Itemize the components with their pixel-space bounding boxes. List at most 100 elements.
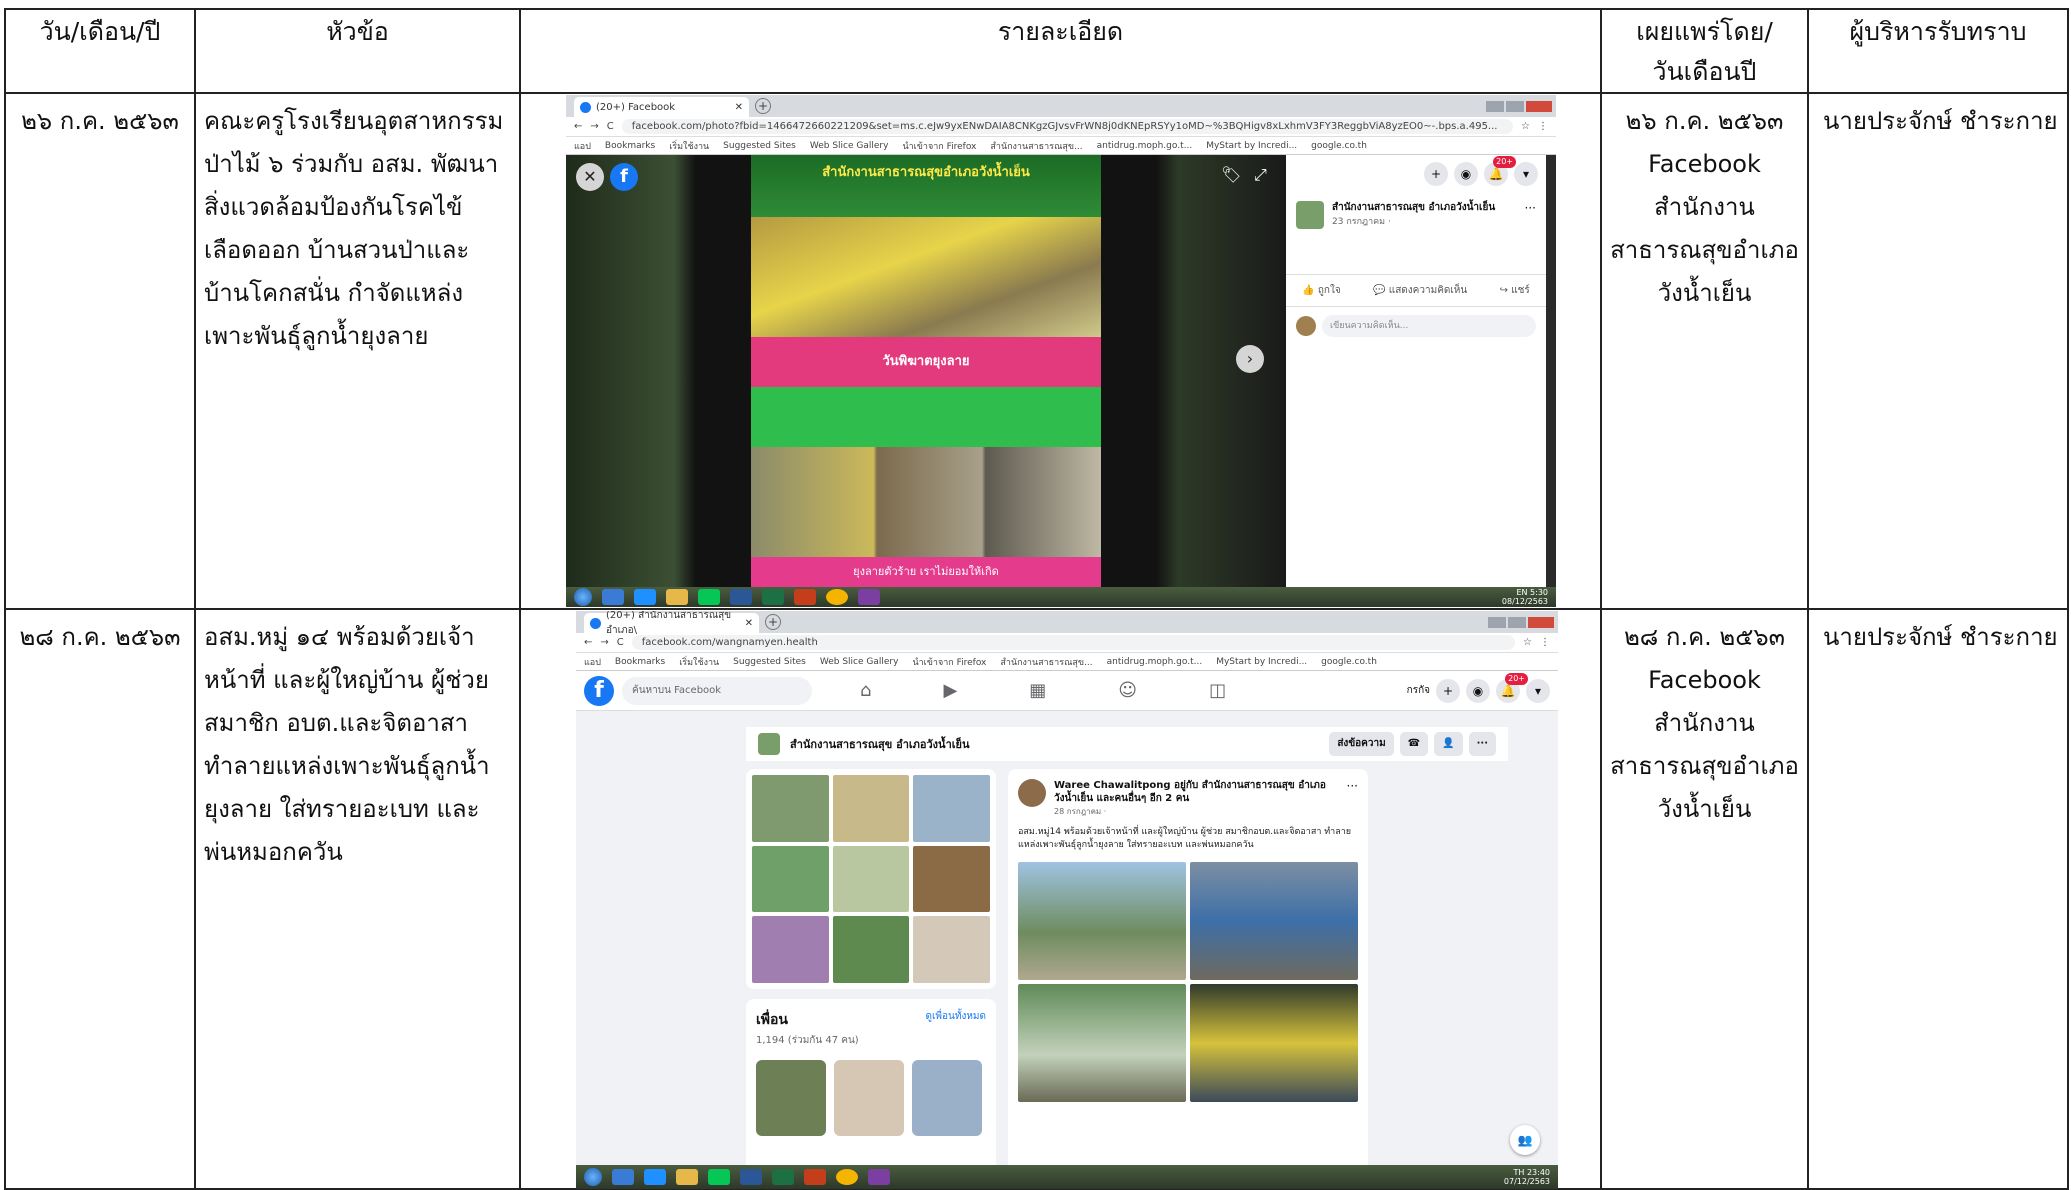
forward-icon[interactable]: → [600, 637, 608, 648]
friend-photo[interactable] [756, 1060, 826, 1136]
send-message-button[interactable]: ส่งข้อความ [1329, 732, 1394, 756]
create-icon[interactable]: + [1424, 162, 1448, 186]
star-icon[interactable]: ☆ [1523, 637, 1532, 648]
gaming-icon[interactable]: ◫ [1209, 680, 1226, 701]
url-field[interactable]: facebook.com/wangnamyen.health [631, 635, 1516, 650]
line-icon[interactable] [698, 589, 720, 605]
call-icon[interactable]: ☎ [1399, 732, 1429, 756]
word-icon[interactable] [740, 1169, 762, 1185]
profile-name[interactable]: กรกัจ [1407, 683, 1430, 698]
bookmark-item[interactable]: เริ่มใช้งาน [669, 139, 709, 153]
photo-thumb[interactable] [752, 775, 829, 842]
tray-language[interactable]: TH [1513, 1168, 1524, 1177]
bookmark-item[interactable]: Suggested Sites [723, 141, 796, 151]
post-photo[interactable] [1018, 862, 1186, 980]
tag-icon[interactable]: 🏷 [1221, 165, 1241, 184]
tab-close-icon[interactable]: ✕ [735, 102, 743, 113]
close-icon[interactable]: ✕ [576, 163, 604, 191]
next-photo-icon[interactable]: › [1236, 345, 1264, 373]
photo-thumb[interactable] [913, 775, 990, 842]
browser-tab[interactable]: (20+) สำนักงานสาธารณสุข อำเภอ\ ✕ [584, 611, 759, 636]
page-avatar[interactable] [1296, 201, 1324, 229]
photo-thumb[interactable] [832, 845, 910, 913]
new-chat-icon[interactable]: 👥 [1510, 1125, 1540, 1155]
start-button[interactable] [574, 588, 592, 606]
account-menu-icon[interactable]: ▾ [1526, 678, 1550, 703]
bookmark-item[interactable]: google.co.th [1311, 141, 1367, 151]
new-tab-icon[interactable]: + [765, 614, 781, 630]
page-avatar[interactable] [758, 733, 780, 755]
reload-icon[interactable]: C [607, 121, 614, 132]
facebook-search-input[interactable]: ค้นหาบน Facebook [622, 676, 812, 705]
url-field[interactable]: facebook.com/photo?fbid=1466472660221209… [621, 119, 1514, 134]
groups-icon[interactable]: ☺ [1118, 680, 1137, 701]
word-icon[interactable] [730, 589, 752, 605]
bookmark-item[interactable]: Web Slice Gallery [810, 141, 889, 151]
bookmark-item[interactable]: antidrug.moph.go.t... [1097, 141, 1193, 151]
share-button[interactable]: ↪ แชร์ [1500, 283, 1530, 298]
watch-icon[interactable]: ▶ [943, 680, 957, 701]
photo-thumb[interactable] [752, 916, 829, 983]
messenger-icon[interactable]: ◉ [1466, 678, 1490, 703]
bookmark-item[interactable]: นำเข้าจาก Firefox [902, 139, 976, 153]
folder-icon[interactable] [676, 1169, 698, 1185]
folder-icon[interactable] [666, 589, 688, 605]
chrome-icon[interactable] [826, 589, 848, 605]
bookmark-item[interactable]: MyStart by Incredi... [1206, 141, 1297, 151]
create-icon[interactable]: + [1436, 678, 1460, 703]
app-icon[interactable] [858, 589, 880, 605]
bookmark-item[interactable]: Bookmarks [615, 657, 665, 667]
powerpoint-icon[interactable] [794, 589, 816, 605]
new-tab-icon[interactable]: + [755, 98, 771, 114]
fullscreen-icon[interactable]: ⤢ [1254, 165, 1267, 185]
reload-icon[interactable]: C [617, 637, 624, 648]
back-icon[interactable]: ← [574, 121, 582, 132]
menu-icon[interactable]: ⋮ [1538, 121, 1548, 132]
post-photo[interactable] [1018, 984, 1186, 1102]
facebook-logo-icon[interactable]: f [584, 675, 614, 706]
window-controls[interactable] [1486, 100, 1552, 112]
bookmark-item[interactable]: MyStart by Incredi... [1216, 657, 1307, 667]
tab-close-icon[interactable]: ✕ [745, 618, 753, 629]
facebook-logo-icon[interactable]: f [610, 163, 638, 191]
menu-icon[interactable]: ⋮ [1540, 637, 1550, 648]
post-photo[interactable] [1190, 862, 1358, 980]
ie-icon[interactable] [644, 1169, 666, 1185]
bookmark-item[interactable]: google.co.th [1321, 657, 1377, 667]
bookmark-item[interactable]: antidrug.moph.go.t... [1107, 657, 1203, 667]
star-icon[interactable]: ☆ [1521, 121, 1530, 132]
friend-photo[interactable] [912, 1060, 982, 1136]
back-icon[interactable]: ← [584, 637, 592, 648]
account-menu-icon[interactable]: ▾ [1514, 162, 1538, 186]
bookmark-item[interactable]: สำนักงานสาธารณสุข... [990, 139, 1082, 153]
see-all-friends-link[interactable]: ดูเพื่อนทั้งหมด [926, 1009, 987, 1031]
marketplace-icon[interactable]: ▦ [1029, 680, 1046, 701]
photo-thumb[interactable] [832, 775, 910, 842]
excel-icon[interactable] [762, 589, 784, 605]
chrome-icon[interactable] [836, 1169, 858, 1185]
notifications-icon[interactable]: 🔔 20+ [1484, 156, 1516, 186]
follow-icon[interactable]: 👤 [1434, 732, 1463, 756]
comment-input[interactable]: เขียนความคิดเห็น... [1322, 315, 1536, 337]
bookmark-item[interactable]: Bookmarks [605, 141, 655, 151]
app-icon[interactable] [868, 1169, 890, 1185]
bookmark-item[interactable]: นำเข้าจาก Firefox [912, 655, 986, 669]
tray-language[interactable]: EN [1516, 588, 1527, 597]
forward-icon[interactable]: → [590, 121, 598, 132]
line-icon[interactable] [708, 1169, 730, 1185]
home-icon[interactable]: ⌂ [860, 680, 871, 701]
explorer-icon[interactable] [612, 1169, 634, 1185]
comment-button[interactable]: 💬 แสดงความคิดเห็น [1373, 283, 1467, 298]
bookmark-item[interactable]: สำนักงานสาธารณสุข... [1000, 655, 1092, 669]
bookmark-item[interactable]: แอป [584, 655, 601, 669]
more-options-icon[interactable]: ··· [1468, 732, 1496, 756]
photo-thumb[interactable] [752, 845, 829, 913]
bookmark-item[interactable]: Suggested Sites [733, 657, 806, 667]
browser-tab[interactable]: (20+) Facebook ✕ [574, 97, 749, 117]
friend-photo[interactable] [834, 1060, 904, 1136]
powerpoint-icon[interactable] [804, 1169, 826, 1185]
excel-icon[interactable] [772, 1169, 794, 1185]
post-author[interactable]: Waree Chawalitpong อยู่กับ สำนักงานสาธาร… [1054, 779, 1339, 805]
page-name[interactable]: สำนักงานสาธารณสุข อำเภอวังน้ำเย็น [1332, 201, 1495, 214]
page-name[interactable]: สำนักงานสาธารณสุข อำเภอวังน้ำเย็น [790, 735, 969, 753]
